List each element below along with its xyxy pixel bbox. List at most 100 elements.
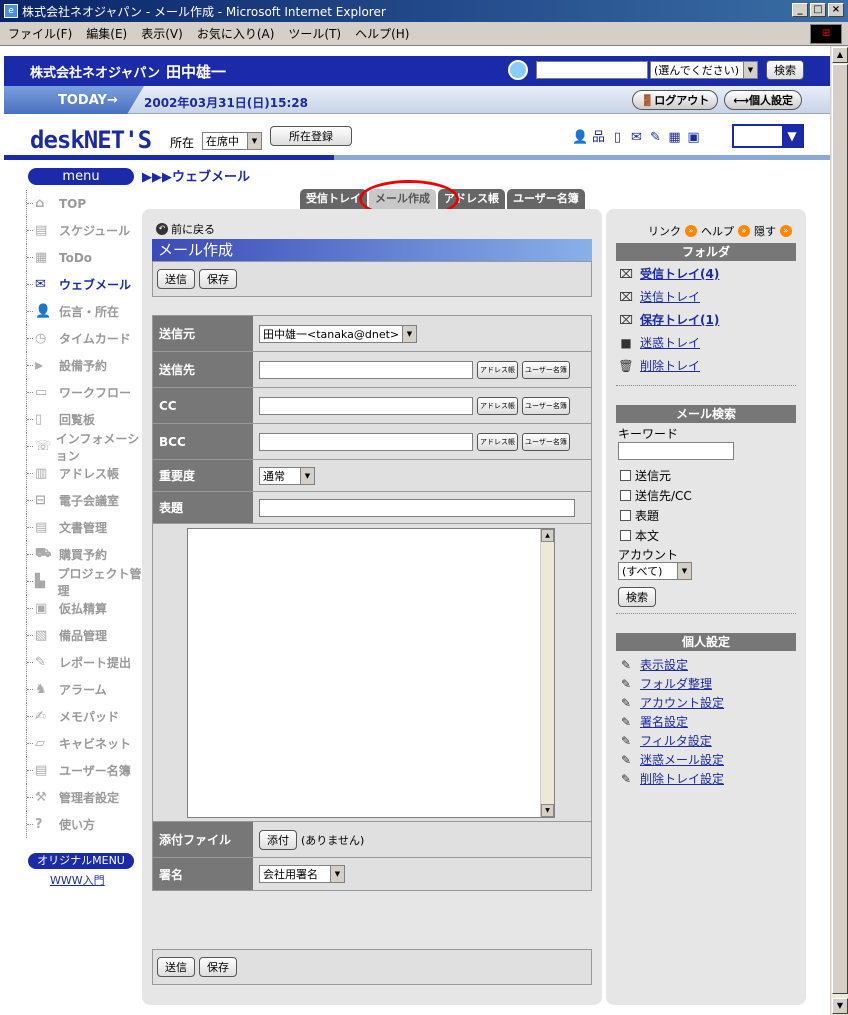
sidebar-item-meeting[interactable]: ⊟ 電子会議室 [26,487,146,514]
window-icon[interactable]: ▣ [686,130,701,146]
menu-view[interactable]: 表示(V) [141,25,183,42]
back-link[interactable]: ↶ 前に戻る [156,221,215,237]
sidebar-item-address[interactable]: ▥ アドレス帳 [26,460,146,487]
signature-select[interactable]: 会社用署名 ▼ [259,865,345,883]
search-button[interactable]: 検索 [766,60,804,80]
search-input[interactable] [536,61,648,79]
priority-select[interactable]: 通常 ▼ [259,466,315,485]
folder-sent[interactable]: ⌧ 送信トレイ [618,288,700,305]
sidebar-item-workflow[interactable]: ▭ ワークフロー [26,379,146,406]
cc-user-directory-button[interactable]: ユーザー名簿 [522,396,570,415]
send-button[interactable]: 送信 [157,269,195,289]
help-link[interactable]: ヘルプ [701,223,734,239]
account-select[interactable]: (すべて) ▼ [618,562,692,580]
attach-button[interactable]: 添付 [259,829,297,850]
monitor-menu[interactable]: ▼ [732,124,804,148]
folder-spam[interactable]: ■ 迷惑トレイ [618,334,700,351]
scroll-down-icon[interactable]: ▼ [541,804,554,817]
menu-favorites[interactable]: お気に入り(A) [197,25,275,42]
personal-settings-button[interactable]: ⟷ 個人設定 [724,90,802,110]
setting-trash[interactable]: ✎ 削除トレイ設定 [618,770,724,787]
setting-display[interactable]: ✎ 表示設定 [618,656,688,673]
mail-search-button[interactable]: 検索 [618,587,656,607]
keyword-input[interactable] [618,442,734,460]
www-intro-link[interactable]: WWW入門 [50,872,105,888]
scroll-up-icon[interactable]: ▲ [832,47,848,63]
bcc-input[interactable] [259,432,473,451]
phone-icon[interactable]: ▯ [610,130,625,146]
tab-user-directory[interactable]: ユーザー名簿 [507,189,585,209]
checkbox[interactable] [620,470,631,481]
setting-signature[interactable]: ✎ 署名設定 [618,713,688,730]
sidebar-item-cabinet[interactable]: ▱ キャビネット [26,730,146,757]
scroll-down-icon[interactable]: ▼ [832,998,848,1014]
sidebar-item-document[interactable]: ▤ 文書管理 [26,514,146,541]
scroll-thumb[interactable] [832,64,848,994]
link-link[interactable]: リンク [648,223,681,239]
menu-help[interactable]: ヘルプ(H) [355,25,409,42]
sidebar-item-top[interactable]: ⌂ TOP [26,190,146,217]
body-textarea[interactable]: ▲ ▼ [187,528,555,818]
sidebar-item-equipment[interactable]: ▧ 備品管理 [26,622,146,649]
window-scrollbar[interactable]: ▲ ▼ [830,46,848,1015]
setting-folders[interactable]: ✎ フォルダ整理 [618,675,712,692]
sidebar-item-help[interactable]: ? 使い方 [26,811,146,838]
grid-icon[interactable]: ▦ [667,130,682,146]
bcc-address-book-button[interactable]: アドレス帳 [477,432,518,451]
tab-inbox[interactable]: 受信トレイ [300,189,367,209]
subject-input[interactable] [259,498,575,517]
envelope-icon[interactable]: ✉ [629,130,644,146]
location-select[interactable]: 在席中 ▼ [202,132,262,150]
check-from[interactable]: 送信元 [620,467,671,484]
folder-saved[interactable]: ⌧ 保存トレイ(1) [618,311,719,328]
sidebar-item-info[interactable]: ☏ インフォメーション [26,432,146,463]
cc-input[interactable] [259,396,473,415]
checkbox[interactable] [620,530,631,541]
sidebar-item-admin[interactable]: ⚒ 管理者設定 [26,784,146,811]
menu-edit[interactable]: 編集(E) [86,25,127,42]
to-user-directory-button[interactable]: ユーザー名簿 [522,360,570,379]
sidebar-item-memo[interactable]: ✍ メモパッド [26,703,146,730]
check-body[interactable]: 本文 [620,527,659,544]
save-button[interactable]: 保存 [199,269,237,289]
setting-filter[interactable]: ✎ フィルタ設定 [618,732,712,749]
sidebar-item-todo[interactable]: ▦ ToDo [26,244,146,271]
sidebar-item-schedule[interactable]: ▤ スケジュール [26,217,146,244]
sidebar-item-alarm[interactable]: ♞ アラーム [26,676,146,703]
body-scrollbar[interactable]: ▲ ▼ [540,529,554,817]
sidebar-item-facility[interactable]: ⫸ 設備予約 [26,352,146,379]
save-button-bottom[interactable]: 保存 [199,957,237,977]
minimize-button[interactable]: _ [792,3,808,17]
location-register-button[interactable]: 所在登録 [270,126,352,146]
menu-tools[interactable]: ツール(T) [288,25,341,42]
sidebar-item-users[interactable]: ▤ ユーザー名簿 [26,757,146,784]
logout-button[interactable]: 🚪 ログアウト [631,90,719,110]
user-icon[interactable]: 👤 [572,130,588,146]
folder-trash[interactable]: 🗑 削除トレイ [618,357,700,374]
check-subject[interactable]: 表題 [620,507,659,524]
bcc-user-directory-button[interactable]: ユーザー名簿 [522,432,570,451]
edit-icon[interactable]: ✎ [648,130,663,146]
close-button[interactable]: × [828,3,844,17]
menu-file[interactable]: ファイル(F) [8,25,72,42]
search-select[interactable]: (選んでください) ▼ [650,61,758,79]
sidebar-item-message[interactable]: 👤 伝言・所在 [26,298,146,325]
checkbox[interactable] [620,490,631,501]
hide-link[interactable]: 隠す [754,223,776,239]
sidebar-item-project[interactable]: ▙ プロジェクト管理 [26,567,146,598]
scroll-up-icon[interactable]: ▲ [541,529,554,542]
to-input[interactable] [259,360,473,379]
to-address-book-button[interactable]: アドレス帳 [477,360,518,379]
send-button-bottom[interactable]: 送信 [157,957,195,977]
maximize-button[interactable]: □ [810,3,826,17]
sidebar-item-payment[interactable]: ▣ 仮払精算 [26,595,146,622]
check-to-cc[interactable]: 送信先/CC [620,487,692,504]
sidebar-item-timecard[interactable]: ◷ タイムカード [26,325,146,352]
sidebar-item-report[interactable]: ✎ レポート提出 [26,649,146,676]
setting-account[interactable]: ✎ アカウント設定 [618,694,724,711]
org-icon[interactable]: 品 [591,130,606,146]
sidebar-item-webmail[interactable]: ✉ ウェブメール [26,271,146,298]
from-select[interactable]: 田中雄一<tanaka@dnet> ▼ [259,324,417,343]
cc-address-book-button[interactable]: アドレス帳 [477,396,518,415]
folder-inbox[interactable]: ⌧ 受信トレイ(4) [618,265,719,282]
